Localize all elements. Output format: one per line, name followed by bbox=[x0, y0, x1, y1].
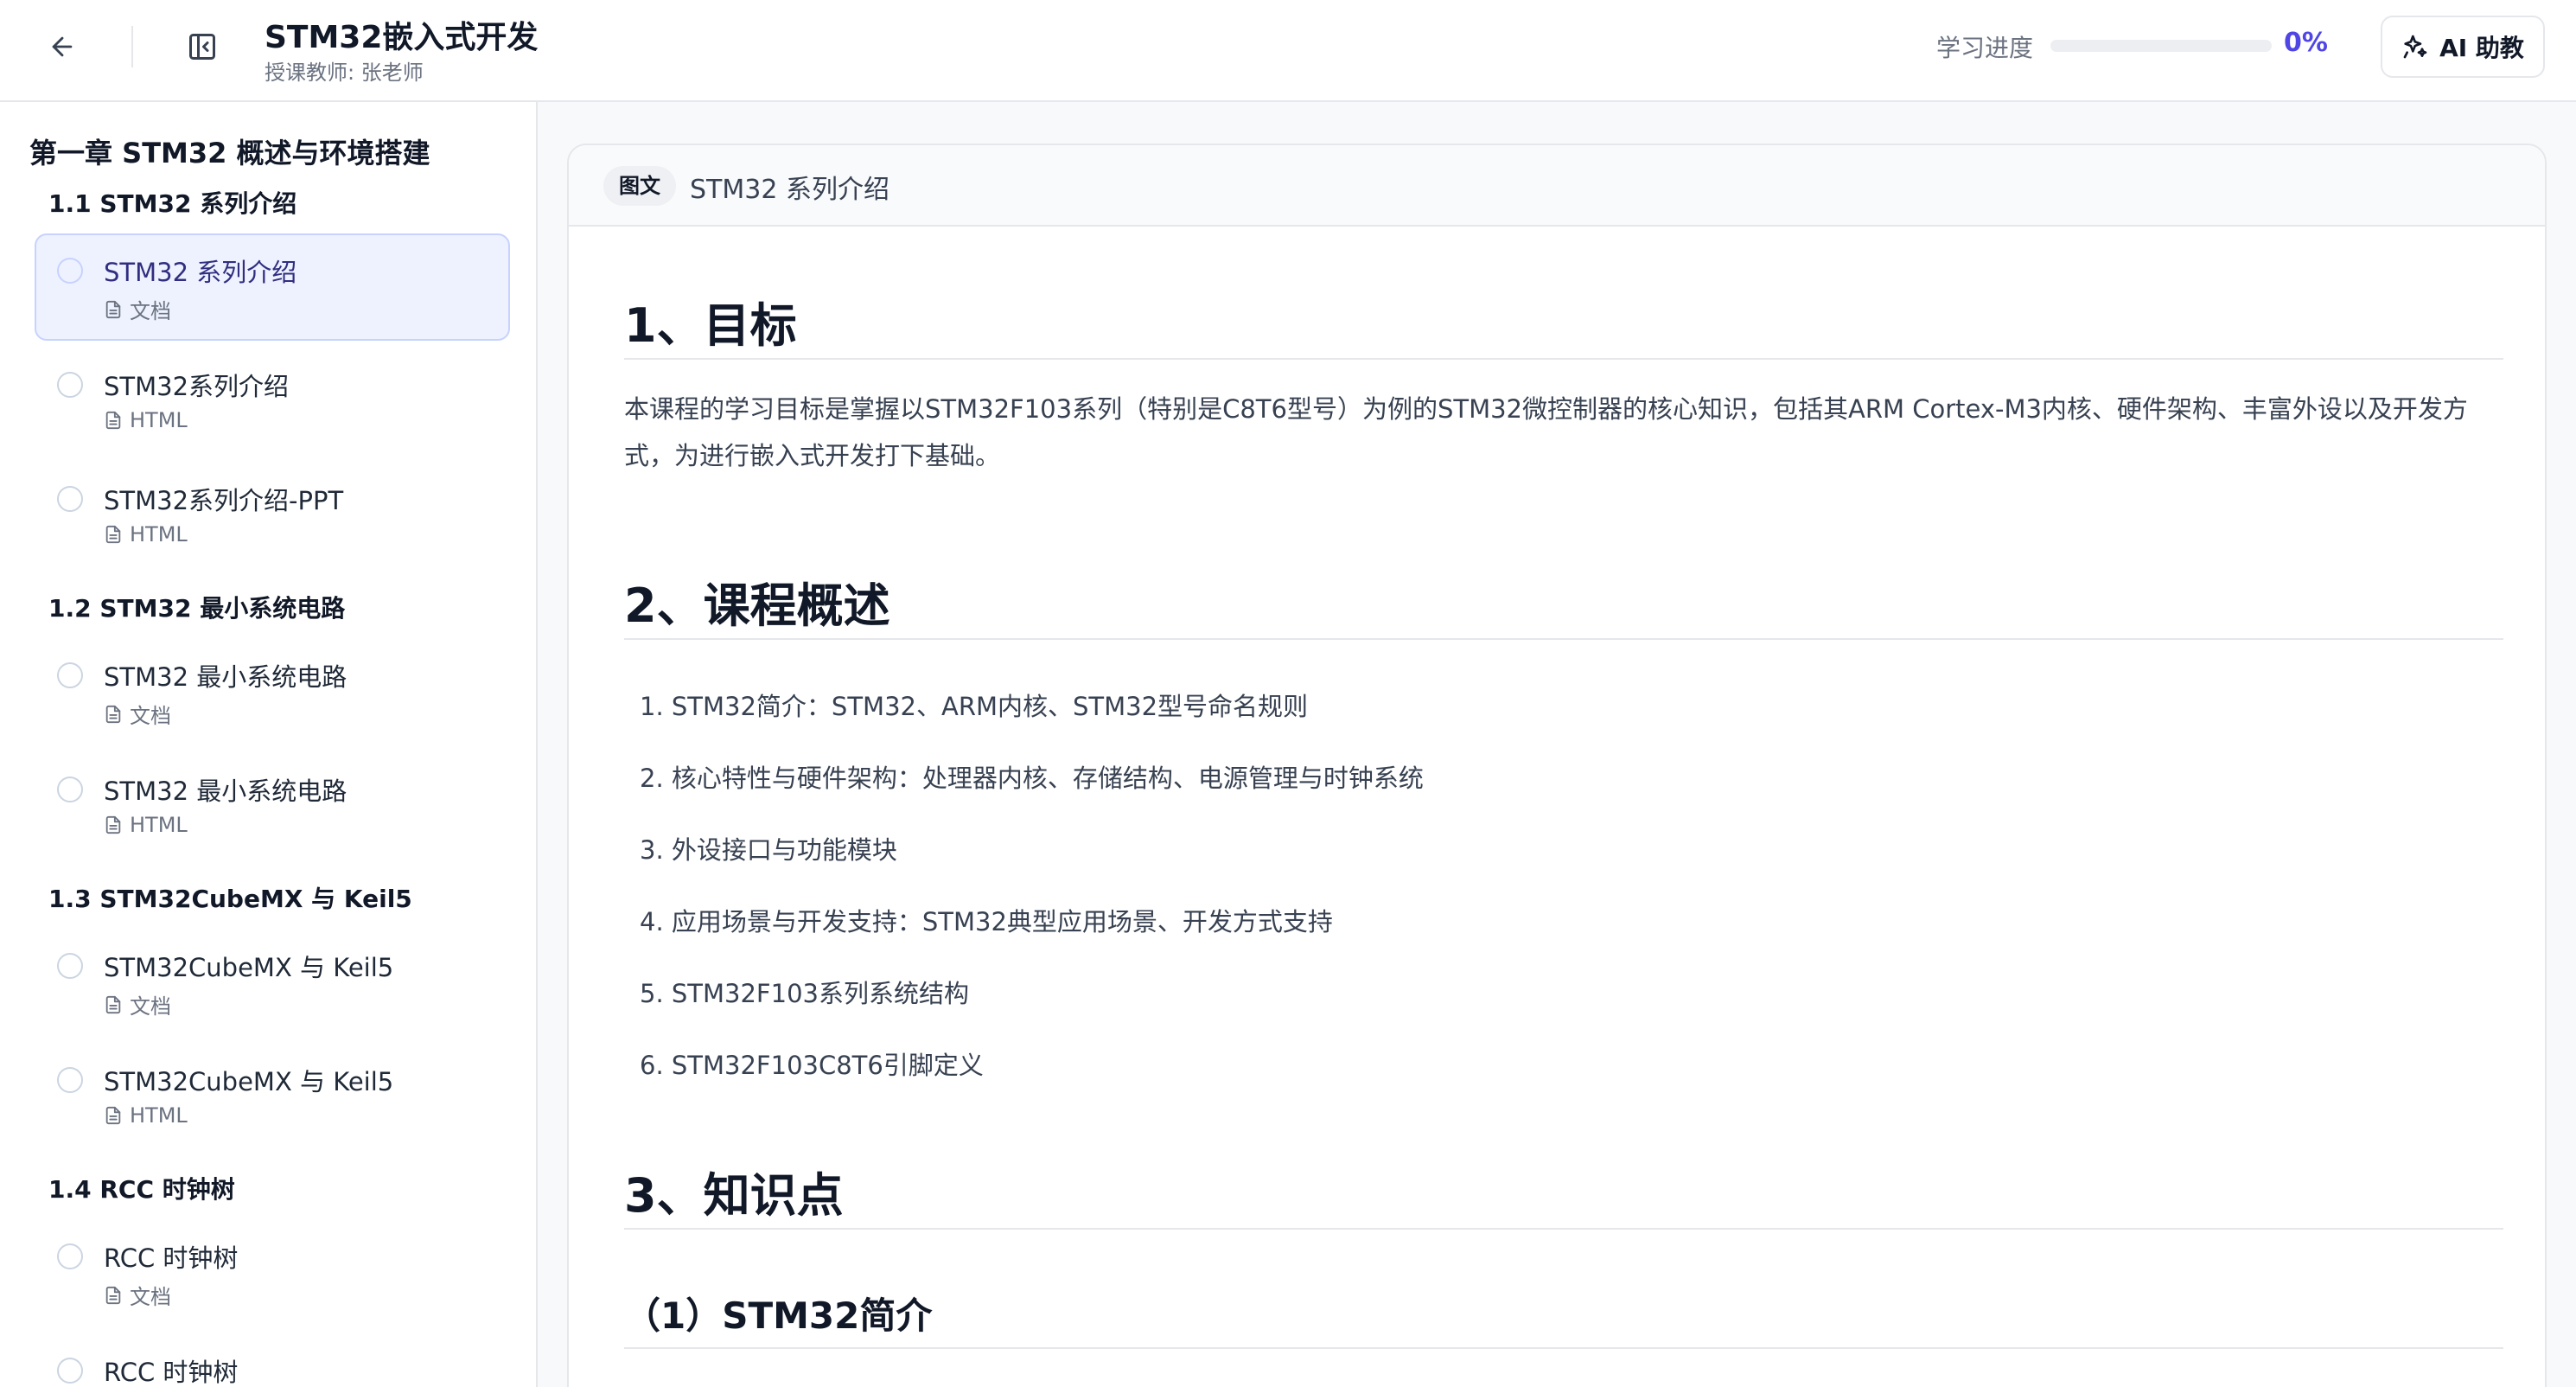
lesson-title: STM32 最小系统电路 bbox=[104, 662, 348, 692]
heading-knowledge-points: 3、知识点 bbox=[624, 1168, 844, 1223]
sidebar-collapse-icon bbox=[189, 34, 215, 60]
header-divider bbox=[131, 26, 133, 67]
heading-objective: 1、目标 bbox=[624, 298, 797, 353]
file-icon bbox=[105, 300, 121, 318]
overview-list-item: 2. 核心特性与硬件架构：处理器内核、存储结构、电源管理与时钟系统 bbox=[640, 764, 1424, 793]
arrow-left-icon bbox=[52, 36, 73, 57]
section-title: 1.3 STM32CubeMX 与 Keil5 bbox=[48, 885, 412, 913]
section-title: 1.1 STM32 系列介绍 bbox=[48, 189, 297, 218]
top-header: STM32嵌入式开发 授课教师: 张老师 学习进度 0% AI 助教 bbox=[0, 0, 2576, 102]
overview-list-item: 4. 应用场景与开发支持：STM32典型应用场景、开发方式支持 bbox=[640, 907, 1333, 936]
heading-divider bbox=[624, 638, 2503, 640]
lesson-title: STM32 最小系统电路 bbox=[104, 777, 348, 806]
objective-paragraph: 本课程的学习目标是掌握以STM32F103系列（特别是C8T6型号）为例的STM… bbox=[624, 394, 2468, 470]
lesson-type-label: 文档 bbox=[130, 1285, 171, 1309]
lesson-item[interactable]: STM32 最小系统电路 HTML bbox=[35, 752, 510, 860]
lesson-type: 文档 bbox=[104, 1280, 171, 1310]
overview-list-item: 6. STM32F103C8T6引脚定义 bbox=[640, 1051, 984, 1080]
lesson-status-circle bbox=[57, 1067, 83, 1093]
lesson-status-circle bbox=[57, 372, 83, 398]
lesson-type: 文档 bbox=[104, 294, 171, 324]
overview-list-item: 5. STM32F103系列系统结构 bbox=[640, 979, 969, 1008]
lesson-title: STM32CubeMX 与 Keil5 bbox=[104, 1067, 394, 1096]
file-icon bbox=[105, 525, 121, 544]
lesson-title: STM32系列介绍-PPT bbox=[104, 486, 344, 515]
section-title: 1.4 RCC 时钟树 bbox=[48, 1175, 235, 1204]
lesson-type-label: HTML bbox=[130, 813, 188, 837]
lesson-type: HTML bbox=[104, 522, 188, 546]
progress-bar bbox=[2050, 40, 2272, 52]
content-title: STM32 系列介绍 bbox=[690, 175, 889, 205]
lesson-item[interactable]: STM32CubeMX 与 Keil5 文档 bbox=[35, 929, 510, 1036]
lesson-status-circle bbox=[57, 486, 83, 512]
lesson-item[interactable]: STM32系列介绍 HTML bbox=[35, 348, 510, 455]
lesson-status-circle bbox=[57, 777, 83, 802]
lesson-title: RCC 时钟树 bbox=[104, 1243, 239, 1273]
course-outline-sidebar: 第一章 STM32 概述与环境搭建 1.1 STM32 系列介绍 STM32 系… bbox=[0, 102, 538, 1387]
overview-list-item: 3. 外设接口与功能模块 bbox=[640, 835, 897, 865]
chapter-title: 第一章 STM32 概述与环境搭建 bbox=[29, 137, 430, 169]
subheading-divider bbox=[624, 1347, 2503, 1349]
lesson-title: RCC 时钟树 bbox=[104, 1358, 239, 1387]
lesson-type-label: HTML bbox=[130, 522, 188, 546]
lesson-type: HTML bbox=[104, 813, 188, 837]
heading-divider bbox=[624, 358, 2503, 360]
file-icon bbox=[105, 815, 121, 834]
sparkle-icon bbox=[2403, 35, 2427, 59]
lesson-title: STM32 系列介绍 bbox=[104, 258, 297, 287]
teacher-name: 授课教师: 张老师 bbox=[265, 61, 424, 85]
file-icon bbox=[105, 1286, 121, 1304]
heading-overview: 2、课程概述 bbox=[624, 578, 890, 633]
file-icon bbox=[105, 411, 121, 430]
heading-divider bbox=[624, 1228, 2503, 1230]
lesson-type-label: HTML bbox=[130, 408, 188, 432]
lesson-type: HTML bbox=[104, 1103, 188, 1128]
file-icon bbox=[105, 1106, 121, 1125]
lesson-type: 文档 bbox=[104, 699, 171, 729]
section-title: 1.2 STM32 最小系统电路 bbox=[48, 594, 346, 623]
lesson-type-label: 文档 bbox=[130, 299, 171, 323]
main-content-area: 图文 STM32 系列介绍 1、目标 本课程的学习目标是掌握以STM32F103… bbox=[538, 102, 2576, 1387]
lesson-status-circle bbox=[57, 1243, 83, 1269]
subheading-stm32-intro: （1）STM32简介 bbox=[624, 1294, 933, 1337]
lesson-status-circle bbox=[57, 1358, 83, 1384]
lesson-type-label: 文档 bbox=[130, 994, 171, 1019]
sidebar-toggle-button[interactable] bbox=[175, 19, 230, 74]
content-type-badge: 图文 bbox=[603, 166, 676, 206]
overview-list-item: 1. STM32简介：STM32、ARM内核、STM32型号命名规则 bbox=[640, 692, 1309, 721]
lesson-type: HTML bbox=[104, 408, 188, 432]
lesson-status-circle bbox=[57, 258, 83, 284]
lesson-item[interactable]: STM32系列介绍-PPT HTML bbox=[35, 462, 510, 569]
lesson-item[interactable]: RCC 时钟树 文档 bbox=[35, 1219, 510, 1326]
lesson-item[interactable]: STM32CubeMX 与 Keil5 HTML bbox=[35, 1043, 510, 1150]
lesson-type: 文档 bbox=[104, 989, 171, 1019]
lesson-title: STM32系列介绍 bbox=[104, 372, 290, 401]
progress-value: 0% bbox=[2284, 28, 2328, 58]
lesson-item[interactable]: RCC 时钟树 HTML bbox=[35, 1333, 510, 1387]
file-icon bbox=[105, 705, 121, 723]
back-button[interactable] bbox=[35, 19, 90, 74]
lesson-content-card: 图文 STM32 系列介绍 1、目标 本课程的学习目标是掌握以STM32F103… bbox=[567, 144, 2547, 1387]
ai-assistant-button[interactable]: AI 助教 bbox=[2381, 16, 2545, 78]
file-icon bbox=[105, 995, 121, 1013]
lesson-type-label: 文档 bbox=[130, 704, 171, 728]
progress-label: 学习进度 bbox=[1936, 34, 2034, 62]
lesson-status-circle bbox=[57, 662, 83, 688]
lesson-title: STM32CubeMX 与 Keil5 bbox=[104, 953, 394, 982]
course-title: STM32嵌入式开发 bbox=[265, 20, 539, 55]
lesson-item-active[interactable]: STM32 系列介绍 文档 bbox=[35, 233, 510, 341]
content-card-header: 图文 STM32 系列介绍 bbox=[569, 145, 2545, 227]
lesson-type-label: HTML bbox=[130, 1103, 188, 1128]
lesson-item[interactable]: STM32 最小系统电路 文档 bbox=[35, 638, 510, 745]
lesson-status-circle bbox=[57, 953, 83, 979]
ai-button-label: AI 助教 bbox=[2439, 34, 2524, 62]
